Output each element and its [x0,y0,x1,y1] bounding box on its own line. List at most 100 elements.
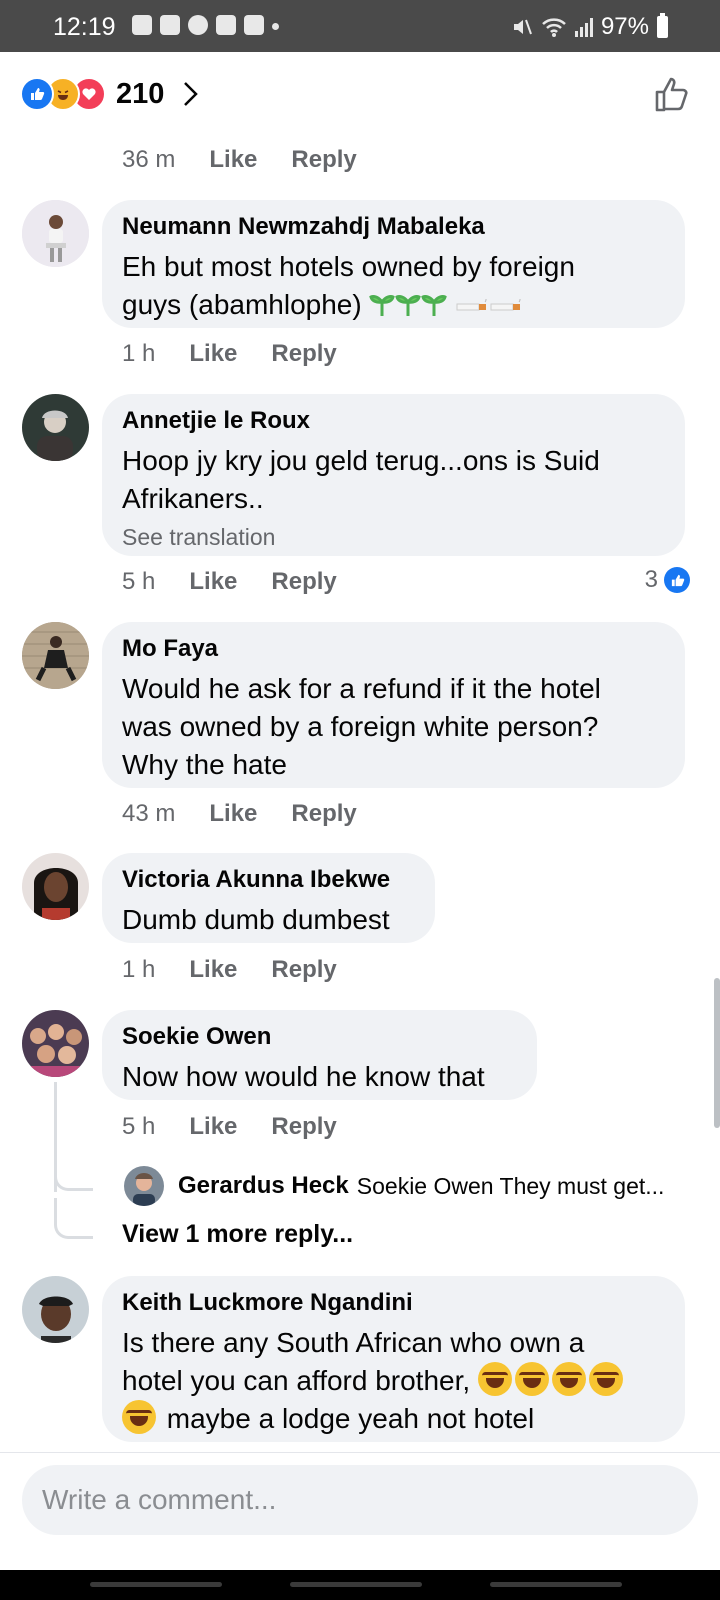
comment-meta: 43 m Like Reply [122,800,357,828]
comment-line: Eh but most hotels owned by foreign [122,251,575,282]
comment-author[interactable]: Soekie Owen [122,1023,517,1051]
comment-line-text: hotel you can afford brother, [122,1365,471,1396]
youtube-icon [160,15,180,35]
comment-time: 5 h [122,1113,156,1140]
tears-of-joy-emoji-icon [588,1362,623,1396]
avatar[interactable] [22,622,89,689]
comment-time: 36 m [122,146,176,173]
like-button[interactable]: Like [189,568,237,596]
avatar[interactable] [22,200,89,267]
status-time: 12:19 [53,13,116,41]
comment-input[interactable] [22,1465,698,1535]
like-reaction-icon [20,77,54,111]
reply-button[interactable]: Reply [271,568,336,596]
comment-line: guys (abamhlophe) [122,286,665,324]
avatar[interactable] [22,853,89,920]
comment-line-text: guys (abamhlophe) [122,289,362,320]
comment-time: 5 h [122,568,156,595]
thread-branch [54,1150,93,1191]
battery-percent: 97% [600,13,649,40]
comment-bubble[interactable]: Soekie Owen Now how would he know that [102,1010,537,1100]
avatar[interactable] [22,1276,89,1343]
tears-of-joy-emoji-icon [514,1362,549,1396]
comment-author[interactable]: Victoria Akunna Ibekwe [122,866,415,894]
comment-text: Is there any South African who own a hot… [122,1324,665,1438]
comment-line: was owned by a foreign white person? [122,711,599,742]
like-button[interactable]: Like [209,800,257,828]
nav-home-button[interactable] [290,1582,422,1587]
reply-text: Soekie Owen They must get... [356,1172,665,1199]
tears-of-joy-emoji-icon [122,1400,156,1434]
system-nav-bar [0,1570,720,1600]
reaction-count: 210 [116,77,165,110]
reply-button[interactable]: Reply [271,1113,336,1141]
more-notifications-icon [272,23,279,30]
comment-meta: 1 h Like Reply [122,340,337,368]
avatar[interactable] [22,1010,89,1077]
comment-bubble[interactable]: Annetjie le Roux Hoop jy kry jou geld te… [102,394,685,556]
comment-meta: 5 h Like Reply [122,568,337,596]
like-button[interactable]: Like [189,340,237,368]
seedling-emoji-icon [395,295,422,316]
comment-line: Now how would he know that [122,1061,485,1092]
reply-button[interactable]: Reply [271,340,336,368]
nav-back-button[interactable] [490,1582,622,1587]
reply-avatar[interactable] [124,1166,164,1206]
gmail-icon [244,15,264,35]
comment-time: 1 h [122,956,156,983]
alert-icon [216,15,236,35]
comment-text: Hoop jy kry jou geld terug...ons is Suid… [122,442,665,518]
battery-icon [657,13,668,38]
comment-line: Hoop jy kry jou geld terug...ons is Suid [122,445,600,476]
like-button[interactable]: Like [189,956,237,984]
comment-author[interactable]: Keith Luckmore Ngandini [122,1289,665,1317]
like-badge-icon [664,567,690,593]
comment-text: Would he ask for a refund if it the hote… [122,670,665,784]
thumbs-up-icon[interactable] [652,74,692,114]
comment-bubble[interactable]: Victoria Akunna Ibekwe Dumb dumb dumbest [102,853,435,943]
comment-author[interactable]: Mo Faya [122,635,665,663]
comment-bubble[interactable]: Neumann Newmzahdj Mabaleka Eh but most h… [102,200,685,328]
reply-button[interactable]: Reply [291,800,356,828]
mute-icon [513,19,532,35]
comment-author[interactable]: Annetjie le Roux [122,407,665,435]
comment-line: Would he ask for a refund if it the hote… [122,673,601,704]
comment-line: Afrikaners.. [122,483,264,514]
scrollbar[interactable] [714,978,720,1128]
cigarette-emoji-icon [456,299,487,311]
reply-button[interactable]: Reply [291,146,356,174]
status-bar: 12:19 97% [0,0,720,52]
reply-author[interactable]: Gerardus Heck [178,1172,349,1200]
comment-line-text: maybe a lodge yeah not hotel [166,1403,535,1434]
cigarette-emoji-icon [490,299,521,311]
reactions-summary[interactable]: 210 [20,76,200,112]
view-more-replies-link[interactable]: View 1 more reply... [122,1220,353,1249]
like-count-value: 3 [644,566,658,593]
comment-time: 1 h [122,340,156,367]
comment-composer [0,1452,720,1571]
like-button[interactable]: Like [189,1113,237,1141]
comment-line: Dumb dumb dumbest [122,904,390,935]
chevron-right-icon [184,82,199,106]
comment-text: Eh but most hotels owned by foreign guys… [122,248,665,324]
system-indicators: 97% [511,13,668,41]
tears-of-joy-emoji-icon [477,1362,512,1396]
nav-recent-button[interactable] [90,1582,222,1587]
bag-icon [132,15,152,35]
see-translation-link[interactable]: See translation [122,524,665,551]
reply-preview[interactable]: Gerardus Heck Soekie Owen They must get.… [124,1166,664,1206]
avatar[interactable] [22,394,89,461]
wifi-icon [542,18,566,37]
notification-icons [132,15,279,35]
seedling-emoji-icon [421,295,448,316]
comment-bubble[interactable]: Mo Faya Would he ask for a refund if it … [102,622,685,788]
facebook-icon [188,15,208,35]
like-button[interactable]: Like [209,146,257,174]
comment-line: Is there any South African who own a [122,1327,585,1358]
comment-bubble[interactable]: Keith Luckmore Ngandini Is there any Sou… [102,1276,685,1442]
comment-like-count[interactable]: 3 [645,566,690,594]
comment-meta: 36 m Like Reply [122,146,357,174]
reply-button[interactable]: Reply [271,956,336,984]
comment-meta: 1 h Like Reply [122,956,337,984]
comment-author[interactable]: Neumann Newmzahdj Mabaleka [122,213,665,241]
